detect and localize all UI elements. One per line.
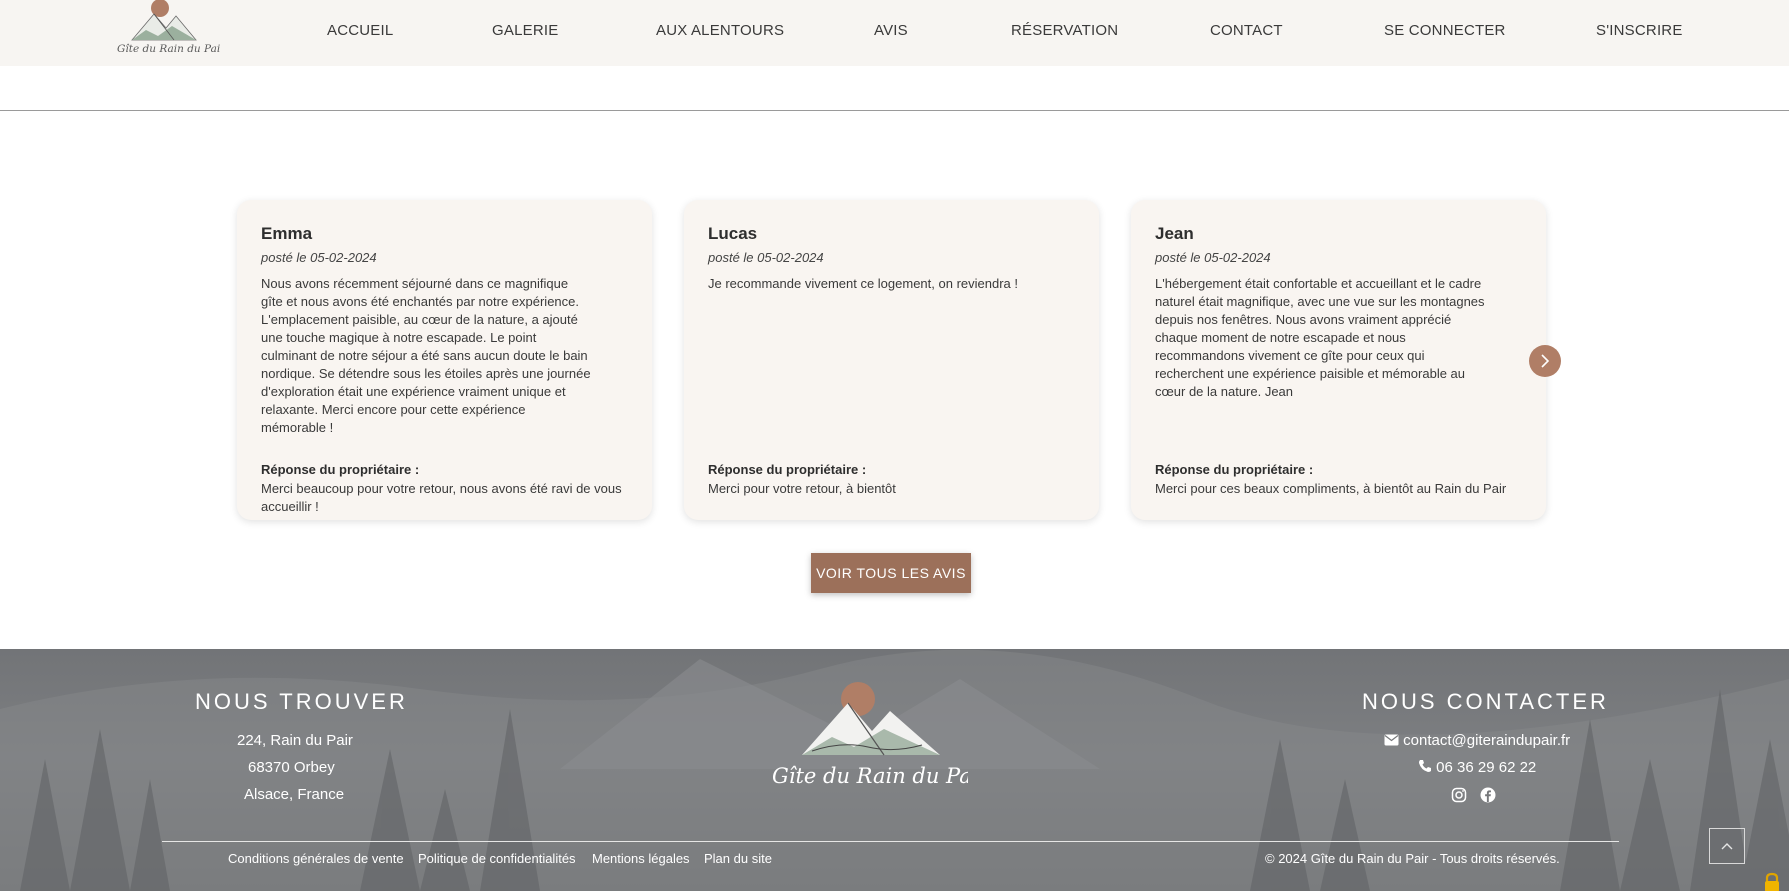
back-to-top-button[interactable] bbox=[1709, 828, 1745, 864]
nav-contact[interactable]: CONTACT bbox=[1210, 22, 1283, 39]
review-author: Lucas bbox=[708, 224, 758, 243]
review-date: posté le 05-02-2024 bbox=[261, 250, 377, 265]
nav-avis[interactable]: AVIS bbox=[874, 22, 908, 39]
owner-reply-title: Réponse du propriétaire : bbox=[1155, 462, 1314, 477]
lock-icon bbox=[1765, 872, 1779, 891]
review-author: Emma bbox=[261, 224, 313, 243]
contact-email[interactable]: contact@giteraindupair.fr bbox=[1384, 732, 1570, 749]
cookie-settings-button[interactable] bbox=[1762, 872, 1782, 891]
copyright: © 2024 Gîte du Rain du Pair - Tous droit… bbox=[1265, 851, 1560, 866]
review-card: Lucas posté le 05-02-2024 Je recommande … bbox=[684, 200, 1099, 520]
top-navigation: Gîte du Rain du Pair ACCUEIL GALERIE AUX… bbox=[0, 0, 1789, 66]
phone-icon bbox=[1419, 760, 1431, 772]
review-text: Nous avons récemment séjourné dans ce ma… bbox=[261, 276, 591, 435]
see-all-reviews-button[interactable]: VOIR TOUS LES AVIS bbox=[811, 553, 971, 593]
site-footer: NOUS TROUVER 224, Rain du Pair 68370 Orb… bbox=[0, 649, 1789, 891]
footer-link-cgv[interactable]: Conditions générales de vente bbox=[228, 851, 404, 866]
logo-mountain-icon: Gîte du Rain du Pair bbox=[772, 682, 990, 788]
nav-reservation[interactable]: RÉSERVATION bbox=[1011, 22, 1118, 39]
carousel-next-button[interactable] bbox=[1529, 345, 1561, 377]
address-line: 68370 Orbey bbox=[248, 759, 335, 776]
site-logo[interactable]: Gîte du Rain du Pair bbox=[114, 0, 226, 60]
footer-link-privacy[interactable]: Politique de confidentialités bbox=[418, 851, 576, 866]
review-date: posté le 05-02-2024 bbox=[1155, 250, 1271, 265]
owner-reply: Merci pour ces beaux compliments, à bien… bbox=[1155, 481, 1507, 496]
instagram-icon bbox=[1451, 787, 1467, 803]
review-author: Jean bbox=[1155, 224, 1194, 243]
nav-sinscrire[interactable]: S'INSCRIRE bbox=[1596, 22, 1683, 39]
chevron-up-icon bbox=[1721, 843, 1733, 850]
nav-aux-alentours[interactable]: AUX ALENTOURS bbox=[656, 22, 784, 39]
address-line: 224, Rain du Pair bbox=[237, 732, 353, 749]
footer-link-legal[interactable]: Mentions légales bbox=[592, 851, 690, 866]
footer-divider bbox=[162, 841, 1619, 842]
phone-text: 06 36 29 62 22 bbox=[1436, 759, 1537, 776]
facebook-icon bbox=[1480, 787, 1496, 803]
nav-accueil[interactable]: ACCUEIL bbox=[327, 22, 393, 39]
review-text: Je recommande vivement ce logement, on r… bbox=[708, 276, 1018, 291]
svg-text:Gîte du Rain du Pair: Gîte du Rain du Pair bbox=[117, 43, 220, 55]
envelope-icon bbox=[1384, 734, 1399, 746]
facebook-link[interactable] bbox=[1480, 787, 1496, 803]
owner-reply-title: Réponse du propriétaire : bbox=[708, 462, 867, 477]
review-text: L'hébergement était confortable et accue… bbox=[1155, 276, 1485, 399]
instagram-link[interactable] bbox=[1451, 787, 1467, 803]
logo-mountain-icon: Gîte du Rain du Pair bbox=[117, 0, 226, 55]
address-line: Alsace, France bbox=[244, 786, 345, 803]
owner-reply-title: Réponse du propriétaire : bbox=[261, 462, 420, 477]
review-card: Emma posté le 05-02-2024 Nous avons réce… bbox=[237, 200, 652, 520]
nav-galerie[interactable]: GALERIE bbox=[492, 22, 558, 39]
chevron-right-icon bbox=[1541, 354, 1550, 368]
owner-reply: Merci pour votre retour, à bientôt bbox=[708, 481, 896, 496]
footer-logo[interactable]: Gîte du Rain du Pair bbox=[772, 681, 990, 797]
review-date: posté le 05-02-2024 bbox=[708, 250, 824, 265]
section-divider bbox=[0, 110, 1789, 111]
nav-se-connecter[interactable]: SE CONNECTER bbox=[1384, 22, 1506, 39]
review-card: Jean posté le 05-02-2024 L'hébergement é… bbox=[1131, 200, 1546, 520]
svg-text:Gîte du Rain du Pair: Gîte du Rain du Pair bbox=[772, 764, 968, 788]
contact-heading: NOUS CONTACTER bbox=[1362, 689, 1609, 714]
find-us-heading: NOUS TROUVER bbox=[195, 689, 408, 714]
footer-link-sitemap[interactable]: Plan du site bbox=[704, 851, 772, 866]
email-text: contact@giteraindupair.fr bbox=[1403, 732, 1571, 749]
contact-phone[interactable]: 06 36 29 62 22 bbox=[1418, 759, 1536, 776]
owner-reply: Merci beaucoup pour votre retour, nous a… bbox=[261, 481, 622, 514]
